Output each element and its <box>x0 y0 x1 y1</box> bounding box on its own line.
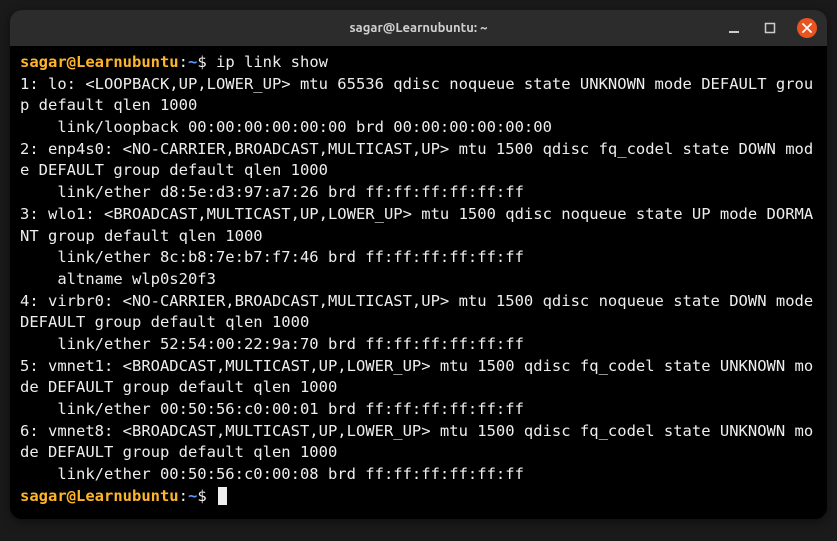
output-line: link/loopback 00:00:00:00:00:00 brd 00:0… <box>20 118 552 136</box>
output-line: link/ether 00:50:56:c0:00:01 brd ff:ff:f… <box>20 400 524 418</box>
output-line: 5: vmnet1: <BROADCAST,MULTICAST,UP,LOWER… <box>20 357 813 397</box>
minimize-button[interactable] <box>725 19 743 37</box>
output-line: link/ether 8c:b8:7e:b7:f7:46 brd ff:ff:f… <box>20 248 524 266</box>
minimize-icon <box>728 22 740 34</box>
output-line: 6: vmnet8: <BROADCAST,MULTICAST,UP,LOWER… <box>20 422 813 462</box>
terminal-body[interactable]: sagar@Learnubuntu:~$ ip link show 1: lo:… <box>10 46 827 519</box>
output-line: 1: lo: <LOOPBACK,UP,LOWER_UP> mtu 65536 … <box>20 75 813 115</box>
title-bar: sagar@Learnubuntu: ~ <box>10 10 827 46</box>
command-text: ip link show <box>216 53 328 71</box>
prompt-path: ~ <box>188 487 197 505</box>
prompt-colon: : <box>179 487 188 505</box>
cursor <box>218 487 227 505</box>
window-controls <box>725 18 817 38</box>
output-line: 4: virbr0: <NO-CARRIER,BROADCAST,MULTICA… <box>20 292 823 332</box>
prompt-symbol: $ <box>197 53 206 71</box>
window-title: sagar@Learnubuntu: ~ <box>350 21 488 35</box>
terminal-window: sagar@Learnubuntu: ~ sagar@Learnubuntu:~… <box>10 10 827 519</box>
close-button[interactable] <box>797 18 817 38</box>
prompt-user-host: sagar@Learnubuntu <box>20 487 179 505</box>
maximize-icon <box>764 22 776 34</box>
output-line: 2: enp4s0: <NO-CARRIER,BROADCAST,MULTICA… <box>20 140 813 180</box>
output-line: link/ether d8:5e:d3:97:a7:26 brd ff:ff:f… <box>20 183 524 201</box>
close-icon <box>802 23 812 33</box>
prompt-symbol: $ <box>197 487 206 505</box>
output-line: link/ether 00:50:56:c0:00:08 brd ff:ff:f… <box>20 465 524 483</box>
maximize-button[interactable] <box>761 19 779 37</box>
output-line: 3: wlo1: <BROADCAST,MULTICAST,UP,LOWER_U… <box>20 205 813 245</box>
prompt-user-host: sagar@Learnubuntu <box>20 53 179 71</box>
prompt-colon: : <box>179 53 188 71</box>
prompt-path: ~ <box>188 53 197 71</box>
output-line: altname wlp0s20f3 <box>20 270 216 288</box>
output-line: link/ether 52:54:00:22:9a:70 brd ff:ff:f… <box>20 335 524 353</box>
